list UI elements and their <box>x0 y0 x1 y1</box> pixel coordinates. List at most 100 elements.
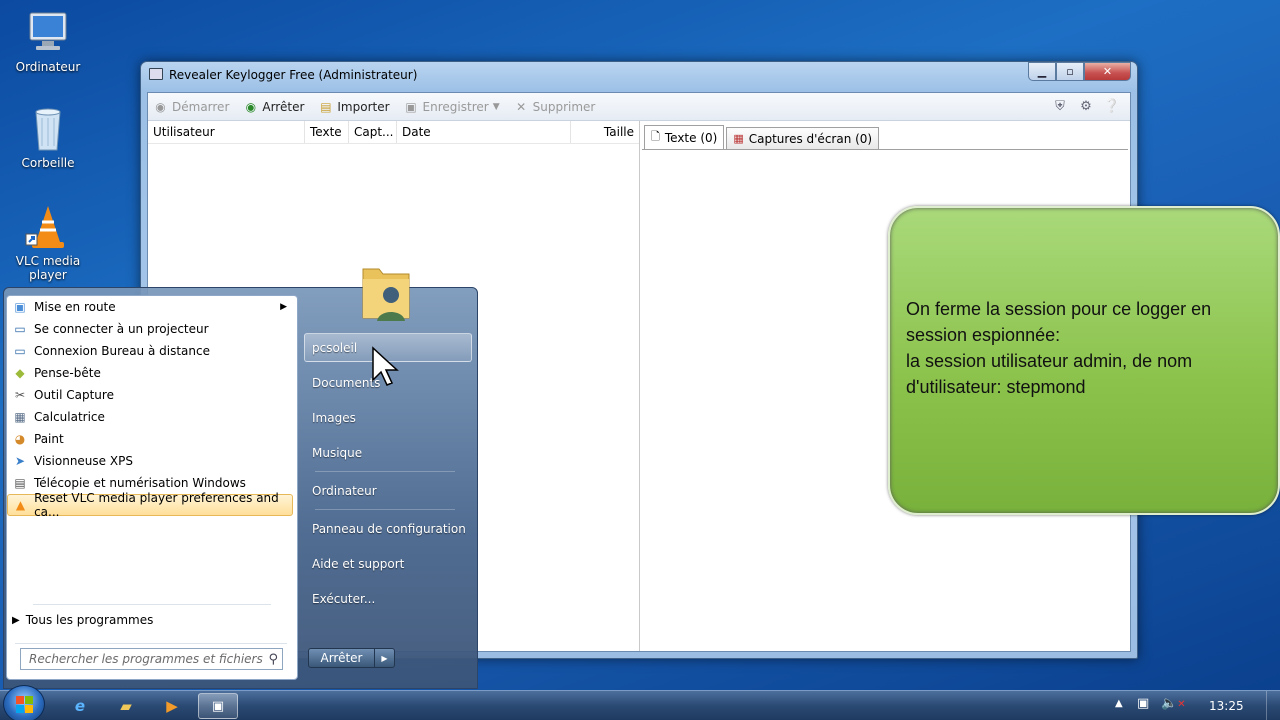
program-item[interactable]: ▭ Se connecter à un projecteur <box>7 318 293 340</box>
program-label: Visionneuse XPS <box>34 454 133 468</box>
import-button[interactable]: ▤ Importer <box>318 99 389 114</box>
start-orb[interactable] <box>3 685 45 720</box>
program-label: Connexion Bureau à distance <box>34 344 210 358</box>
fax-scan-icon: ▤ <box>14 476 26 490</box>
column-header-captures[interactable]: Capt... <box>349 121 397 143</box>
save-button[interactable]: ▣ Enregistrer ▼ <box>404 99 500 114</box>
shield-icon[interactable]: ⛨ <box>1052 98 1068 114</box>
user-picture <box>359 259 415 323</box>
program-item[interactable]: ▣ Mise en route ▶ <box>7 296 293 318</box>
callout-text: On ferme la session pour ce logger en se… <box>906 299 1212 397</box>
program-item-highlighted[interactable]: ▲ Reset VLC media player preferences and … <box>7 491 293 519</box>
run-link[interactable]: Exécuter... <box>304 592 472 606</box>
vlc-icon <box>24 204 72 250</box>
save-label: Enregistrer <box>422 99 489 114</box>
stop-label: Arrêter <box>262 99 305 114</box>
chevron-down-icon: ▼ <box>492 101 500 112</box>
import-icon: ▤ <box>320 99 332 114</box>
program-item[interactable]: ➤ Visionneuse XPS <box>7 450 293 472</box>
computer-link[interactable]: Ordinateur <box>304 484 472 498</box>
close-button[interactable]: ✕ <box>1084 62 1131 81</box>
chart-icon: ▦ <box>733 132 744 145</box>
desktop-icon-label: Ordinateur <box>15 60 81 74</box>
program-item[interactable]: ▦ Calculatrice <box>7 406 293 428</box>
shutdown-label: Arrêter <box>320 651 363 665</box>
tray-show-hidden-icon[interactable]: ▲ <box>1115 698 1123 709</box>
program-label: Se connecter à un projecteur <box>34 322 209 336</box>
window-title: Revealer Keylogger Free (Administrateur) <box>169 68 418 82</box>
tab-screenshots[interactable]: ▦ Captures d'écran (0) <box>726 127 880 149</box>
folder-icon: ▰ <box>120 697 132 715</box>
annotation-callout: On ferme la session pour ce logger en se… <box>888 206 1280 515</box>
gear-icon[interactable]: ⚙ <box>1078 98 1094 114</box>
document-icon: 🗋 <box>651 130 660 143</box>
network-icon[interactable]: ▣ <box>1137 696 1149 711</box>
program-item[interactable]: ✂ Outil Capture <box>7 384 293 406</box>
program-item[interactable]: ▭ Connexion Bureau à distance <box>7 340 293 362</box>
stop-button[interactable]: ◉ Arrêter <box>243 99 305 114</box>
delete-label: Supprimer <box>532 99 596 114</box>
shutdown-options-button[interactable]: ▶ <box>374 648 395 668</box>
snipping-tool-icon: ✂ <box>14 388 26 402</box>
paint-icon: ◕ <box>14 432 26 446</box>
program-item[interactable]: ◕ Paint <box>7 428 293 450</box>
taskbar: e ▰ ▶ ▣ ▲ ▣ 🔈✕ 13:25 <box>0 685 1280 720</box>
getting-started-icon: ▣ <box>14 300 26 314</box>
remote-desktop-icon: ▭ <box>14 344 26 358</box>
play-icon: ◉ <box>155 99 166 114</box>
program-label: Paint <box>34 432 64 446</box>
program-label: Calculatrice <box>34 410 105 424</box>
vlc-icon: ▲ <box>15 498 26 512</box>
help-support-link[interactable]: Aide et support <box>304 557 472 571</box>
program-item[interactable]: ◆ Pense-bête <box>7 362 293 384</box>
taskbar-ie-button[interactable]: e <box>60 693 100 719</box>
maximize-button[interactable]: ▫ <box>1056 62 1084 81</box>
start-button[interactable]: ◉ Démarrer <box>153 99 229 114</box>
windows-logo-icon <box>15 695 33 713</box>
minimize-icon: ▁ <box>1037 65 1047 78</box>
computer-icon <box>24 10 72 56</box>
save-icon: ▣ <box>405 99 417 114</box>
tab-text[interactable]: 🗋 Texte (0) <box>644 125 725 149</box>
mouse-cursor <box>371 346 401 388</box>
delete-icon: ✕ <box>516 99 527 114</box>
arrow-right-icon: ▶ <box>12 614 20 626</box>
calculator-icon: ▦ <box>14 410 26 424</box>
app-icon <box>149 68 163 80</box>
desktop-icon-recycle-bin[interactable]: Corbeille <box>0 106 96 170</box>
program-label: Mise en route <box>34 300 116 314</box>
column-header-date[interactable]: Date <box>397 121 571 143</box>
desktop-icon-computer[interactable]: Ordinateur <box>0 10 96 74</box>
program-label: Télécopie et numérisation Windows <box>34 476 246 490</box>
sticky-notes-icon: ◆ <box>15 366 25 380</box>
column-header-user[interactable]: Utilisateur <box>148 121 305 143</box>
program-label: Pense-bête <box>34 366 101 380</box>
xps-viewer-icon: ➤ <box>14 454 26 468</box>
taskbar-media-player-button[interactable]: ▶ <box>152 693 192 719</box>
all-programs-button[interactable]: ▶ Tous les programmes <box>7 609 293 631</box>
minimize-button[interactable]: ▁ <box>1028 62 1056 81</box>
delete-button[interactable]: ✕ Supprimer <box>514 99 596 114</box>
music-link[interactable]: Musique <box>304 446 472 460</box>
toolbar: ◉ Démarrer ◉ Arrêter ▤ Importer ▣ Enregistre… <box>148 93 1130 121</box>
search-input[interactable]: Rechercher les programmes et fichiers ⚲ <box>20 648 283 670</box>
column-header-size[interactable]: Taille <box>571 121 640 143</box>
all-programs-label: Tous les programmes <box>25 613 154 627</box>
taskbar-keylogger-button[interactable]: ▣ <box>198 693 238 719</box>
shutdown-button[interactable]: Arrêter <box>308 648 375 668</box>
desktop-icon-label: Corbeille <box>21 156 75 170</box>
images-link[interactable]: Images <box>304 411 472 425</box>
show-desktop-button[interactable] <box>1266 691 1280 720</box>
arrow-right-icon: ▶ <box>381 653 388 663</box>
volume-muted-icon[interactable]: 🔈✕ <box>1161 696 1186 711</box>
recycle-bin-icon <box>24 106 72 152</box>
taskbar-explorer-button[interactable]: ▰ <box>106 693 146 719</box>
column-header-text[interactable]: Texte <box>305 121 349 143</box>
desktop-icon-vlc[interactable]: VLC media player <box>0 204 96 282</box>
tab-text-label: Texte (0) <box>664 130 718 145</box>
clock[interactable]: 13:25 <box>1209 699 1244 713</box>
help-icon[interactable]: ❔ <box>1104 98 1120 114</box>
control-panel-link[interactable]: Panneau de configuration <box>304 522 472 536</box>
start-label: Démarrer <box>172 99 230 114</box>
internet-explorer-icon: e <box>74 697 86 715</box>
